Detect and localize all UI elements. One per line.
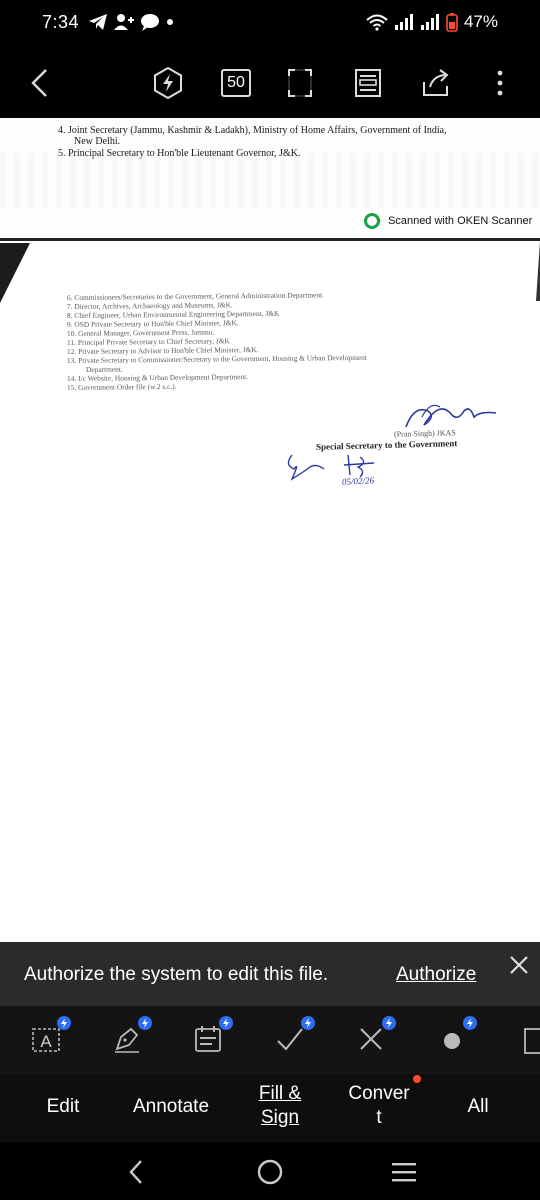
handwritten-date: 05/02/26: [341, 475, 375, 487]
tab-convert[interactable]: Conver t: [338, 1082, 420, 1130]
document-page-2: 6. Commissioners/Secretaries to the Gove…: [0, 241, 540, 942]
lightning-icon: [61, 1018, 67, 1028]
wifi-icon: [366, 14, 388, 31]
premium-badge: [57, 1016, 71, 1030]
ai-tool-button[interactable]: [150, 65, 186, 101]
checkmark-tool[interactable]: [273, 1016, 315, 1056]
lightning-icon: [467, 1018, 473, 1028]
dot-tool[interactable]: [435, 1016, 477, 1056]
cross-mark-icon: [360, 1028, 382, 1050]
lightning-hexagon-icon: [154, 66, 182, 100]
notification-dot: [413, 1075, 421, 1083]
doc-line: 4. Joint Secretary (Jammu, Kashmir & Lad…: [58, 125, 447, 136]
premium-badge: [301, 1016, 315, 1030]
initials-signature: [287, 454, 325, 481]
date-tool[interactable]: [191, 1016, 233, 1056]
premium-badge: [219, 1016, 233, 1030]
reading-mode-button[interactable]: [350, 65, 386, 101]
svg-text:A: A: [40, 1032, 52, 1051]
dot-icon: [167, 19, 173, 25]
lightning-icon: [305, 1018, 311, 1028]
scan-edge: [536, 241, 540, 301]
status-notification-icons: [88, 13, 174, 31]
lightning-icon: [223, 1018, 229, 1028]
home-circle-icon: [257, 1159, 283, 1185]
text-select-tool[interactable]: A: [29, 1016, 71, 1056]
hamburger-icon: [392, 1163, 416, 1182]
tab-edit[interactable]: Edit: [32, 1096, 94, 1118]
tab-all[interactable]: All: [450, 1096, 506, 1118]
top-toolbar: 50: [0, 48, 540, 118]
fullscreen-icon: [288, 69, 312, 97]
battery-level: 47%: [463, 12, 498, 31]
tab-fill-and-sign-line-2: Sign: [260, 1107, 300, 1128]
status-bar: 7:34 47%: [0, 0, 540, 48]
page-count-button[interactable]: 50: [221, 69, 251, 97]
lightning-icon: [142, 1018, 148, 1028]
text-box-icon: A: [32, 1028, 60, 1052]
checkmark-icon: [277, 1028, 303, 1051]
tab-annotate[interactable]: Annotate: [120, 1096, 222, 1118]
message-icon: [141, 14, 159, 31]
edit-tools-row: A: [0, 1006, 540, 1074]
scanner-watermark: Scanned with OKEN Scanner: [364, 212, 532, 230]
premium-badge: [138, 1016, 152, 1030]
doc-line: 13. Private Secretary to Commissioner/Se…: [66, 352, 367, 365]
tab-fill-and-sign[interactable]: Fill & Sign: [244, 1082, 316, 1130]
share-icon: [423, 69, 449, 96]
scan-artifact: [0, 153, 540, 208]
bottom-tab-bar: Edit Annotate Fill & Sign Conver t All: [0, 1074, 540, 1142]
status-time: 7:34: [42, 12, 80, 32]
scan-shadow: [0, 243, 30, 303]
nav-home-button[interactable]: [250, 1152, 290, 1192]
tab-convert-line-1: Conver: [348, 1083, 410, 1104]
share-button[interactable]: [418, 65, 454, 101]
nav-menu-button[interactable]: [384, 1152, 424, 1192]
premium-badge: [463, 1016, 477, 1030]
tab-fill-and-sign-line-1: Fill &: [258, 1083, 302, 1104]
more-vertical-icon: [497, 70, 503, 96]
system-nav-bar: [0, 1142, 540, 1200]
document-page-1: 4. Joint Secretary (Jammu, Kashmir & Lad…: [0, 118, 540, 238]
authorize-banner: Authorize the system to edit this file. …: [0, 942, 540, 1006]
nav-back-icon: [129, 1160, 142, 1184]
close-banner-button[interactable]: [506, 952, 532, 978]
authorize-message: Authorize the system to edit this file.: [24, 964, 329, 985]
signal-icon: [394, 14, 413, 30]
oken-scanner-logo-icon: [364, 213, 381, 229]
rectangle-icon: [524, 1028, 540, 1054]
tab-convert-line-2: t: [376, 1107, 382, 1128]
document-viewer[interactable]: 4. Joint Secretary (Jammu, Kashmir & Lad…: [0, 118, 540, 942]
more-options-button[interactable]: [482, 65, 518, 101]
premium-badge: [382, 1016, 396, 1030]
close-icon: [510, 956, 528, 974]
status-system-icons: 47%: [366, 12, 498, 32]
nav-back-button[interactable]: [116, 1152, 156, 1192]
signature-stamp: [405, 404, 497, 428]
signal-icon: [420, 14, 439, 30]
doc-line: New Delhi.: [74, 136, 121, 147]
rectangle-tool[interactable]: [516, 1022, 540, 1056]
calendar-icon: [195, 1026, 221, 1052]
telegram-icon: [89, 14, 107, 30]
back-button[interactable]: [22, 65, 58, 101]
pen-icon: [115, 1027, 139, 1053]
cross-tool[interactable]: [354, 1016, 396, 1056]
fullscreen-button[interactable]: [282, 65, 318, 101]
lightning-icon: [386, 1018, 392, 1028]
battery-icon: [446, 13, 458, 32]
document-view-icon: [355, 69, 381, 97]
signatory-title: Special Secretary to the Government: [315, 438, 458, 452]
scanner-watermark-text: Scanned with OKEN Scanner: [388, 215, 533, 227]
pen-tool[interactable]: [110, 1016, 152, 1056]
dot-icon: [444, 1033, 460, 1049]
doc-line: 5. Principal Secretary to Hon'ble Lieute…: [58, 148, 301, 159]
back-arrow-icon: [31, 69, 47, 97]
authorize-button[interactable]: Authorize: [396, 964, 476, 986]
add-contact-icon: [114, 14, 134, 30]
doc-line: 15. Government Order file (w.2 s.c.).: [66, 381, 177, 392]
